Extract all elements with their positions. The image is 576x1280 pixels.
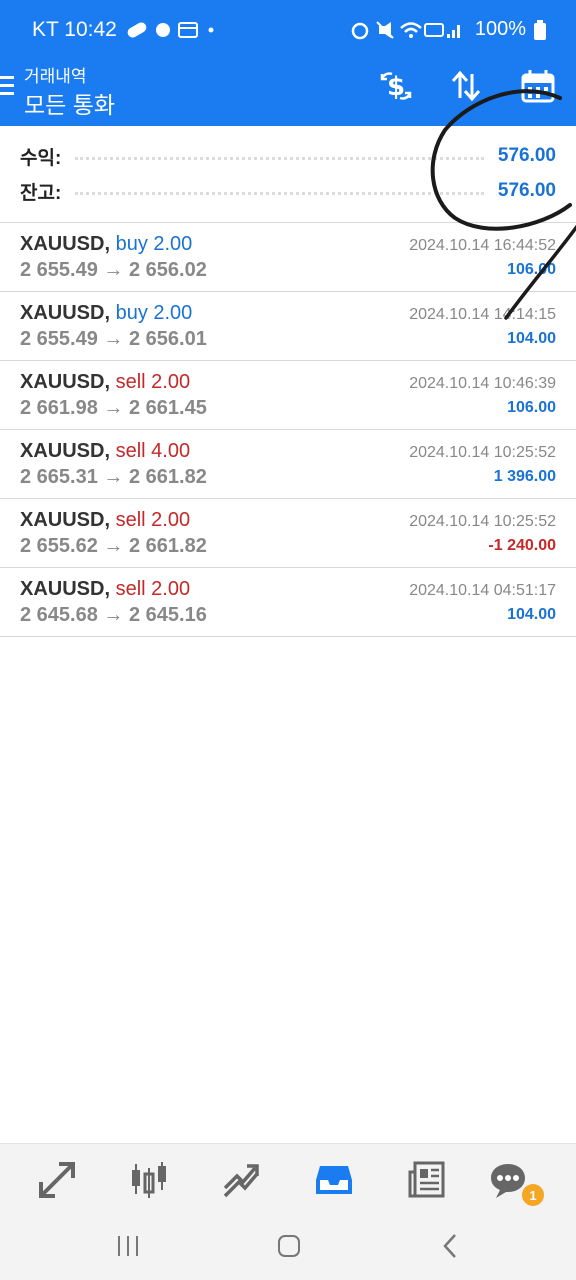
quotes-icon[interactable]: [35, 1158, 79, 1202]
chart-icon[interactable]: [127, 1158, 171, 1202]
deal-type: sell 2.00: [115, 509, 191, 531]
sort-icon[interactable]: [448, 68, 484, 104]
deal-prices: 2 655.62 → 2 661.82: [20, 535, 207, 557]
menu-icon[interactable]: [0, 76, 16, 98]
notification-icons: [127, 22, 214, 38]
deal-symbol-line: XAUUSD, buy 2.00: [20, 302, 192, 325]
history-icon[interactable]: [312, 1158, 356, 1202]
recent-apps-icon[interactable]: [108, 1231, 148, 1261]
deal-symbol: XAUUSD,: [20, 302, 111, 324]
currency-exchange-icon[interactable]: $: [378, 68, 414, 104]
profit-value: 576.00: [497, 145, 556, 166]
deal-prices: 2 655.49 → 2 656.02: [20, 259, 207, 281]
status-bar: KT 10:42 100%: [0, 0, 576, 62]
deal-profit: 106.00: [507, 261, 556, 278]
deal-profit: -1 240.00: [488, 537, 556, 554]
deal-symbol: XAUUSD,: [20, 578, 111, 600]
chat-badge: 1: [522, 1184, 544, 1206]
deal-prices: 2 665.31 → 2 661.82: [20, 466, 207, 488]
deal-type: sell 2.00: [115, 371, 191, 393]
carrier-time: KT 10:42: [32, 18, 117, 41]
balance-value: 576.00: [497, 180, 556, 201]
deal-prices: 2 645.68 → 2 645.16: [20, 604, 207, 626]
deal-time: 2024.10.14 14:14:15: [409, 306, 556, 323]
app-bar-title[interactable]: 모든 통화: [24, 86, 115, 120]
deal-type: sell 4.00: [115, 440, 191, 462]
dotted-leader: [75, 156, 484, 160]
deal-symbol-line: XAUUSD, buy 2.00: [20, 233, 192, 256]
home-icon[interactable]: [269, 1231, 309, 1261]
calendar-icon[interactable]: [520, 68, 556, 104]
deal-time: 2024.10.14 10:46:39: [409, 375, 556, 392]
system-navigation-bar: [0, 1213, 576, 1280]
deal-row[interactable]: XAUUSD, sell 4.00 2 665.31 → 2 661.82 20…: [0, 430, 576, 499]
deal-symbol: XAUUSD,: [20, 371, 111, 393]
deal-row[interactable]: XAUUSD, buy 2.00 2 655.49 → 2 656.01 202…: [0, 292, 576, 361]
deal-profit: 106.00: [507, 399, 556, 416]
chat-icon[interactable]: 1: [486, 1158, 544, 1206]
deal-symbol: XAUUSD,: [20, 233, 111, 255]
balance-label: 잔고:: [20, 182, 62, 204]
deal-symbol-line: XAUUSD, sell 4.00: [20, 440, 190, 463]
trade-icon[interactable]: [219, 1158, 263, 1202]
deal-symbol: XAUUSD,: [20, 440, 111, 462]
deal-time: 2024.10.14 04:51:17: [409, 582, 556, 599]
deal-profit: 104.00: [507, 330, 556, 347]
profit-label: 수익:: [20, 147, 62, 169]
deal-row[interactable]: XAUUSD, sell 2.00 2 655.62 → 2 661.82 20…: [0, 499, 576, 568]
deal-symbol: XAUUSD,: [20, 509, 111, 531]
deal-profit: 1 396.00: [493, 468, 556, 485]
deal-row[interactable]: XAUUSD, buy 2.00 2 655.49 → 2 656.02 202…: [0, 223, 576, 292]
battery-icon: [534, 19, 546, 40]
profit-row: 수익: 576.00: [20, 141, 556, 171]
status-left: KT 10:42: [32, 18, 215, 42]
status-right: 100%: [351, 18, 546, 41]
news-icon[interactable]: [405, 1158, 449, 1202]
deal-row[interactable]: XAUUSD, sell 2.00 2 661.98 → 2 661.45 20…: [0, 361, 576, 430]
deal-type: buy 2.00: [115, 233, 193, 255]
deal-time: 2024.10.14 10:25:52: [409, 513, 556, 530]
battery-percent: 100%: [474, 18, 526, 40]
app-bar: 거래내역 모든 통화 $: [0, 62, 576, 126]
deal-type: sell 2.00: [115, 578, 191, 600]
deal-time: 2024.10.14 10:25:52: [409, 444, 556, 461]
deal-time: 2024.10.14 16:44:52: [409, 237, 556, 254]
deal-symbol-line: XAUUSD, sell 2.00: [20, 371, 190, 394]
app-bar-subtitle[interactable]: 거래내역: [24, 62, 87, 87]
deal-profit: 104.00: [507, 606, 556, 623]
balance-row: 잔고: 576.00: [20, 176, 556, 206]
system-status-icons: [351, 20, 460, 39]
back-icon[interactable]: [430, 1231, 470, 1261]
deal-prices: 2 655.49 → 2 656.01: [20, 328, 207, 350]
deal-prices: 2 661.98 → 2 661.45: [20, 397, 207, 419]
deal-row[interactable]: XAUUSD, sell 2.00 2 645.68 → 2 645.16 20…: [0, 568, 576, 637]
summary-panel: 수익: 576.00 잔고: 576.00: [0, 126, 576, 223]
deal-symbol-line: XAUUSD, sell 2.00: [20, 578, 190, 601]
dotted-leader: [75, 191, 484, 195]
deal-type: buy 2.00: [115, 302, 193, 324]
deal-symbol-line: XAUUSD, sell 2.00: [20, 509, 190, 532]
bottom-navigation: 1: [0, 1143, 576, 1214]
